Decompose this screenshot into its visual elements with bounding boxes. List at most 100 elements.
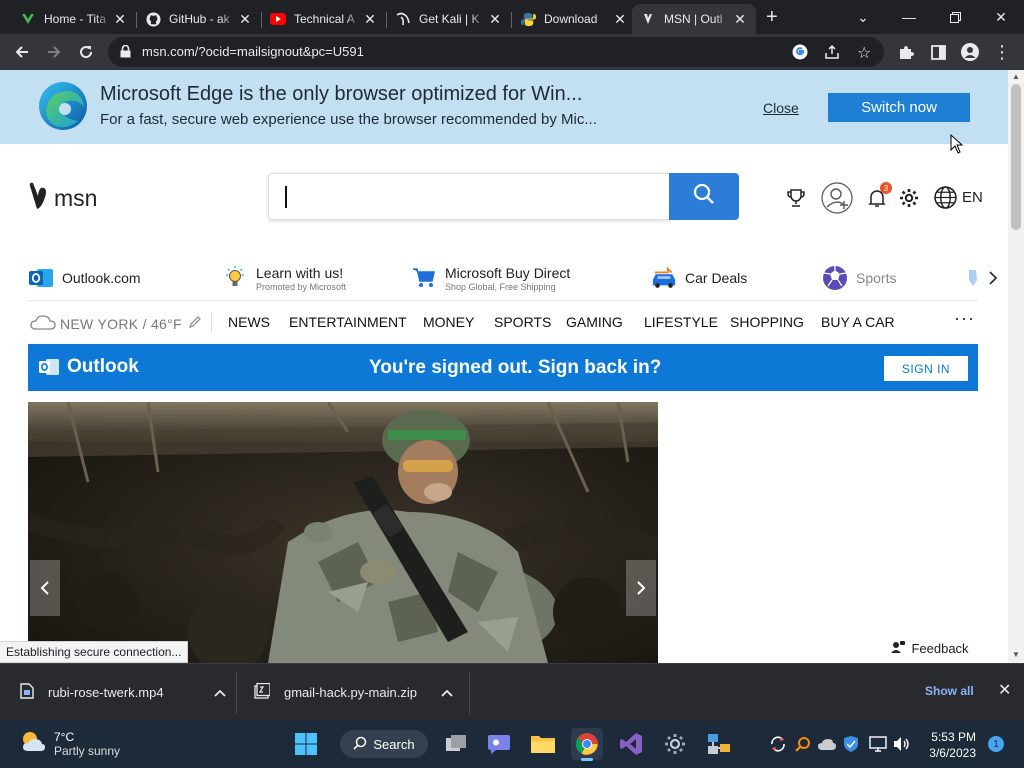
restore-button[interactable] (932, 0, 978, 34)
new-tab-button[interactable]: + (766, 6, 778, 29)
scrollbar-thumb[interactable] (1011, 84, 1021, 230)
close-window-button[interactable]: ✕ (978, 0, 1024, 34)
hero-news-image[interactable] (28, 402, 658, 663)
forward-icon[interactable] (40, 38, 68, 66)
language-globe-icon[interactable] (934, 186, 957, 209)
chevron-up-icon[interactable] (441, 685, 453, 700)
tab-youtube[interactable]: Technical A ✕ (262, 4, 386, 34)
quicklink-sports[interactable]: Sports (822, 260, 896, 296)
tab-github[interactable]: GitHub - ak ✕ (137, 4, 261, 34)
minimize-button[interactable]: — (886, 0, 932, 34)
chevron-right-icon[interactable] (988, 270, 998, 291)
lightbulb-icon (222, 265, 248, 291)
signed-out-message[interactable]: You're signed out. Sign back in? (369, 357, 661, 379)
nav-news[interactable]: NEWS (228, 314, 270, 330)
nav-sports[interactable]: SPORTS (494, 314, 551, 330)
display-icon[interactable] (868, 734, 888, 754)
search-tray-icon[interactable] (793, 734, 813, 754)
download-item[interactable]: rubi-rose-twerk.mp4 (20, 664, 226, 721)
nav-gaming[interactable]: GAMING (566, 314, 623, 330)
task-view-icon[interactable] (440, 728, 472, 760)
quicklink-car-deals[interactable]: Car Deals (651, 260, 747, 296)
notification-center-badge[interactable]: 1 (988, 736, 1004, 752)
rewards-trophy-icon[interactable] (786, 188, 806, 208)
clock-date: 3/6/2023 (929, 746, 976, 760)
weather-temperature: 7°C (54, 729, 75, 744)
chevron-up-icon[interactable] (213, 685, 226, 700)
sign-in-avatar-icon[interactable] (821, 182, 853, 214)
tab-home[interactable]: Home - Tita ✕ (12, 4, 136, 34)
page-scrollbar[interactable]: ▲ ▼ (1008, 70, 1024, 663)
side-panel-icon[interactable] (924, 38, 952, 66)
chrome-taskbar-icon[interactable] (571, 728, 603, 761)
security-shield-icon[interactable] (841, 734, 861, 754)
tab-title: Download (544, 12, 598, 26)
msn-search-button[interactable] (669, 173, 739, 220)
back-icon[interactable] (8, 38, 36, 66)
reload-icon[interactable] (72, 38, 100, 66)
tab-close-icon[interactable]: ✕ (732, 11, 748, 28)
url-text: msn.com/?ocid=mailsignout&pc=U591 (142, 44, 364, 59)
nav-shopping[interactable]: SHOPPING (730, 314, 804, 330)
tab-close-icon[interactable]: ✕ (237, 11, 253, 28)
sign-in-button[interactable]: SIGN IN (884, 356, 968, 381)
visual-studio-icon[interactable] (615, 728, 647, 760)
tab-kali[interactable]: Get Kali | K ✕ (387, 4, 511, 34)
nav-entertainment[interactable]: ENTERTAINMENT (289, 314, 407, 330)
sync-icon[interactable] (768, 734, 788, 754)
tab-close-icon[interactable]: ✕ (487, 11, 503, 28)
taskbar-search[interactable]: Search (340, 730, 428, 758)
teams-chat-icon[interactable] (483, 728, 515, 760)
address-bar[interactable]: msn.com/?ocid=mailsignout&pc=U591 ☆ (108, 37, 884, 67)
bookmark-star-icon[interactable]: ☆ (857, 43, 871, 63)
lock-icon[interactable] (120, 44, 131, 63)
scroll-down-icon[interactable]: ▼ (1012, 650, 1020, 659)
notifications-bell-icon[interactable]: 3 (868, 182, 892, 208)
tab-msn-active[interactable]: MSN | Outl ✕ (632, 4, 756, 34)
taskbar-weather-widget[interactable]: 7°C Partly sunny (20, 729, 120, 758)
file-explorer-icon[interactable] (527, 728, 559, 760)
msn-logo[interactable]: msn (28, 182, 97, 215)
download-item[interactable]: gmail-hack.py-main.zip (254, 664, 453, 721)
chrome-menu-icon[interactable]: ⋮ (988, 38, 1016, 66)
tab-close-icon[interactable]: ✕ (362, 11, 378, 28)
banner-close-link[interactable]: Close (763, 100, 799, 116)
start-button[interactable] (290, 728, 322, 760)
clock-time: 5:53 PM (931, 730, 976, 744)
tab-python-download[interactable]: Download ✕ (512, 4, 636, 34)
weather-nav-item[interactable]: NEW YORK / 46°F (30, 314, 202, 333)
quicklink-outlook[interactable]: Outlook.com (28, 260, 141, 296)
feedback-button[interactable]: Feedback (880, 634, 980, 662)
show-all-downloads-link[interactable]: Show all (925, 684, 974, 698)
tab-search-icon[interactable]: ⌄ (840, 0, 886, 34)
nav-lifestyle[interactable]: LIFESTYLE (644, 314, 718, 330)
nav-buy-a-car[interactable]: BUY A CAR (821, 314, 895, 330)
extensions-icon[interactable] (892, 38, 920, 66)
profile-icon[interactable] (956, 38, 984, 66)
quicklink-learn[interactable]: Learn with us! Promoted by Microsoft (222, 260, 346, 296)
settings-gear-icon[interactable] (899, 188, 919, 208)
settings-gear-icon[interactable] (659, 728, 691, 760)
tab-close-icon[interactable]: ✕ (612, 11, 628, 28)
volume-icon[interactable] (892, 734, 912, 754)
share-icon[interactable] (824, 44, 840, 65)
close-shelf-icon[interactable]: ✕ (998, 680, 1011, 700)
scroll-up-icon[interactable]: ▲ (1012, 72, 1020, 81)
system-clock[interactable]: 5:53 PM 3/6/2023 (924, 729, 976, 761)
quicklink-title: Microsoft Buy Direct (445, 264, 571, 281)
cloud-tray-icon[interactable] (817, 734, 837, 754)
carousel-prev-button[interactable] (30, 560, 60, 616)
language-label[interactable]: EN (962, 189, 983, 206)
msn-search-input[interactable] (268, 173, 670, 220)
carousel-next-button[interactable] (626, 560, 656, 616)
more-options-icon[interactable]: ··· (954, 308, 975, 329)
nav-money[interactable]: MONEY (423, 314, 474, 330)
outlook-signin-bar: Outlook You're signed out. Sign back in?… (28, 344, 978, 391)
google-lens-icon[interactable] (792, 44, 808, 65)
quicklink-buy-direct[interactable]: Microsoft Buy Direct Shop Global, Free S… (411, 260, 570, 296)
edit-pencil-icon[interactable] (188, 315, 202, 332)
youtube-icon (270, 11, 286, 27)
switch-now-button[interactable]: Switch now (828, 93, 970, 122)
network-tool-icon[interactable] (703, 728, 735, 760)
tab-close-icon[interactable]: ✕ (112, 11, 128, 28)
